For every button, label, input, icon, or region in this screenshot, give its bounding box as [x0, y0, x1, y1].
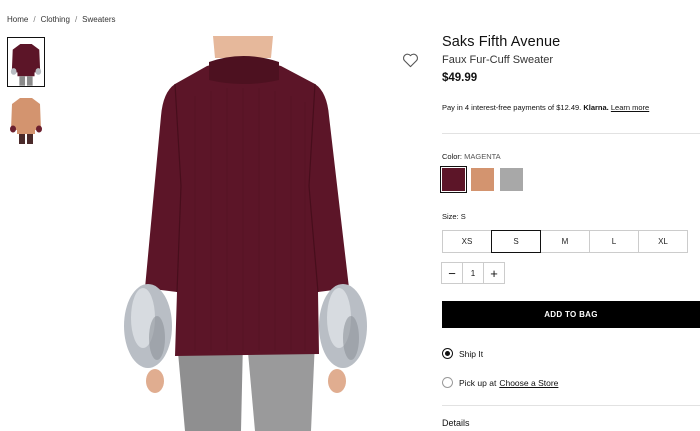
thumbnail-camel[interactable]: [7, 94, 45, 144]
swatch-magenta-fill: [442, 168, 465, 191]
size-xs-button[interactable]: XS: [442, 230, 492, 253]
swatch-camel-fill: [471, 168, 494, 191]
klarna-learn-more-link[interactable]: Learn more: [611, 103, 649, 112]
brand-name[interactable]: Saks Fifth Avenue: [442, 34, 700, 50]
thumbnail-list: [7, 37, 47, 151]
klarna-text: Pay in 4 interest-free payments of $12.4…: [442, 103, 582, 112]
pickup-label: Pick up at: [459, 377, 497, 388]
product-price: $49.99: [442, 72, 478, 84]
add-to-bag-button[interactable]: ADD TO BAG: [442, 301, 700, 328]
size-options: XS S M L XL: [442, 230, 688, 253]
swatch-grey[interactable]: [500, 168, 523, 191]
breadcrumb-separator: /: [74, 15, 78, 24]
color-label-text: Color:: [442, 152, 463, 161]
pickup-radio[interactable]: [442, 377, 453, 388]
swatch-camel[interactable]: [471, 168, 494, 191]
breadcrumb-separator: /: [33, 15, 36, 24]
breadcrumb: Home / Clothing / Sweaters: [7, 15, 116, 24]
quantity-increase-button[interactable]: +: [483, 262, 505, 284]
product-image-graphic: [115, 36, 380, 431]
quantity-value[interactable]: 1: [462, 262, 484, 284]
divider: [442, 133, 700, 134]
ship-it-label: Ship It: [459, 348, 484, 359]
swatch-magenta[interactable]: [440, 166, 467, 193]
size-s-button[interactable]: S: [491, 230, 541, 253]
quantity-stepper: − 1 +: [441, 262, 505, 284]
size-xl-button[interactable]: XL: [638, 230, 688, 253]
thumbnail-magenta[interactable]: [7, 37, 45, 87]
product-info: Saks Fifth Avenue Faux Fur-Cuff Sweater …: [442, 34, 700, 84]
wishlist-heart-icon[interactable]: [402, 53, 419, 68]
size-label: Size: S: [442, 212, 466, 221]
size-label-text: Size:: [442, 212, 459, 221]
klarna-logo: Klarna.: [583, 103, 609, 112]
color-label: Color: MAGENTA: [442, 152, 501, 161]
breadcrumb-clothing[interactable]: Clothing: [41, 15, 70, 24]
klarna-message: Pay in 4 interest-free payments of $12.4…: [442, 103, 649, 112]
breadcrumb-sweaters[interactable]: Sweaters: [82, 15, 115, 24]
color-value: MAGENTA: [464, 152, 501, 161]
thumbnail-camel-image: [7, 94, 45, 144]
details-section[interactable]: Details: [442, 418, 470, 428]
product-image[interactable]: [115, 36, 380, 431]
ship-it-radio[interactable]: [442, 348, 453, 359]
size-m-button[interactable]: M: [540, 230, 590, 253]
ship-it-option[interactable]: Ship It: [442, 348, 483, 359]
size-l-button[interactable]: L: [589, 230, 639, 253]
color-swatches: [440, 166, 523, 193]
quantity-decrease-button[interactable]: −: [441, 262, 463, 284]
thumbnail-magenta-image: [8, 38, 44, 86]
product-name: Faux Fur-Cuff Sweater: [442, 54, 554, 66]
heart-icon: [403, 53, 418, 68]
breadcrumb-home[interactable]: Home: [7, 15, 28, 24]
size-value: S: [460, 212, 466, 221]
choose-store-link[interactable]: Choose a Store: [499, 378, 558, 388]
pickup-option[interactable]: Pick up at Choose a Store: [442, 377, 558, 388]
divider: [442, 405, 700, 406]
swatch-grey-fill: [500, 168, 523, 191]
